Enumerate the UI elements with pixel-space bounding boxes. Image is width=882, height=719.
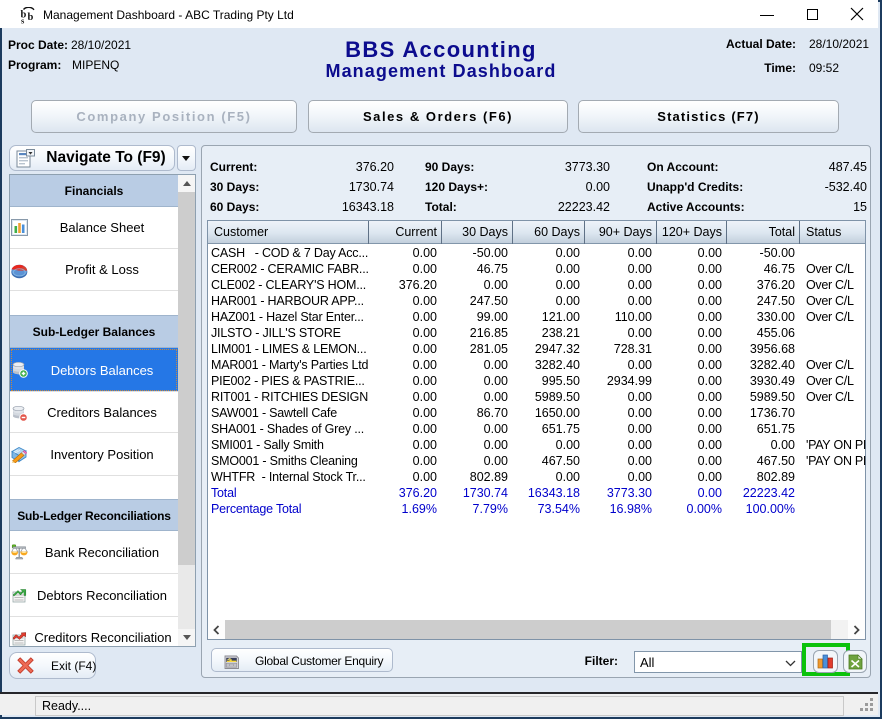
svg-text:b: b — [28, 12, 34, 23]
